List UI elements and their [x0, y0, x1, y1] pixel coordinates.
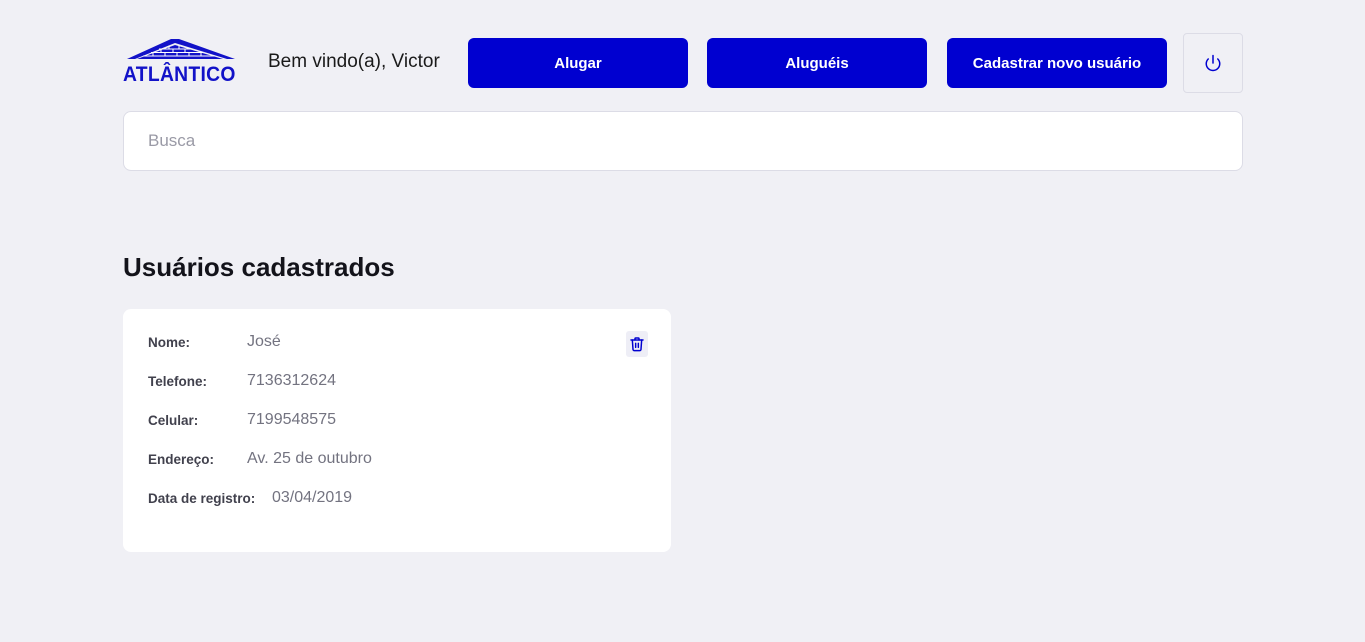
user-field-name: Nome: José	[148, 332, 281, 352]
field-label: Nome:	[148, 334, 191, 350]
page-title: Usuários cadastrados	[123, 252, 395, 282]
field-label: Endereço:	[148, 451, 215, 467]
user-field-address: Endereço: Av. 25 de outubro	[148, 449, 372, 469]
field-value: Av. 25 de outubro	[247, 450, 372, 467]
user-field-registration-date: Data de registro: 03/04/2019	[148, 488, 352, 508]
field-value: 7199548575	[247, 411, 336, 428]
atlantico-logo: ATLÂNTICO	[123, 37, 241, 87]
user-card: Nome: José Telefone: 7136312624 Celular:…	[123, 309, 671, 552]
field-label: Celular:	[148, 412, 199, 428]
user-field-mobile: Celular: 7199548575	[148, 410, 336, 430]
trash-icon	[630, 337, 644, 352]
welcome-message: Bem vindo(a), Victor	[268, 51, 440, 72]
field-value: José	[247, 333, 281, 350]
top-header: ATLÂNTICO Bem vindo(a), Victor Alugar Al…	[123, 33, 1243, 93]
rent-button[interactable]: Alugar	[468, 38, 688, 88]
field-label: Telefone:	[148, 373, 208, 389]
logo-text: ATLÂNTICO	[123, 63, 236, 86]
field-value: 03/04/2019	[272, 489, 353, 506]
field-label: Data de registro:	[148, 490, 256, 506]
search-input[interactable]	[123, 111, 1243, 171]
user-field-phone: Telefone: 7136312624	[148, 371, 336, 391]
delete-user-button[interactable]	[626, 331, 648, 357]
field-value: 7136312624	[247, 372, 336, 389]
register-user-button[interactable]: Cadastrar novo usuário	[947, 38, 1167, 88]
power-icon	[1205, 54, 1221, 72]
rentals-button[interactable]: Aluguéis	[707, 38, 927, 88]
logout-button[interactable]	[1183, 33, 1243, 93]
